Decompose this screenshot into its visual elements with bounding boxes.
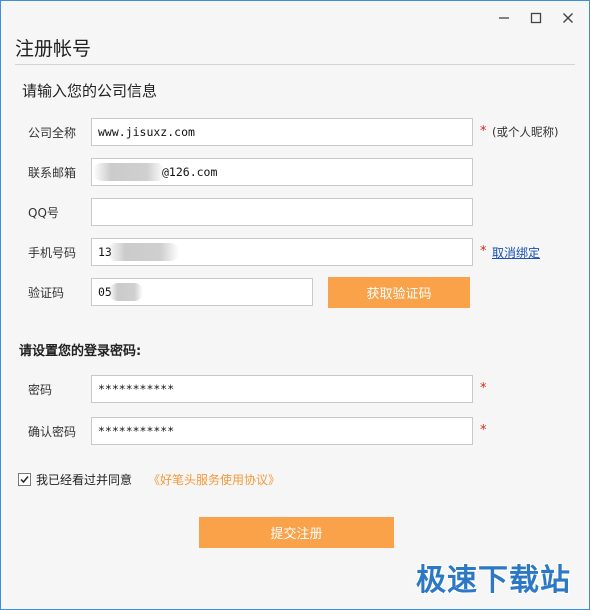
password-section-heading: 请设置您的登录密码:: [19, 344, 142, 359]
minimize-icon: [499, 17, 509, 19]
company-label: 公司全称: [28, 126, 77, 140]
password-row: 密码 *: [1, 375, 590, 403]
agreement-link[interactable]: 《好笔头服务使用协议》: [148, 471, 280, 488]
maximize-button[interactable]: [527, 9, 545, 27]
company-row: 公司全称 * (或个人昵称): [1, 118, 590, 146]
company-note: (或个人昵称): [492, 125, 559, 139]
unbind-link[interactable]: 取消绑定: [492, 244, 540, 261]
phone-input[interactable]: [91, 238, 473, 266]
window-controls: [495, 9, 577, 27]
close-button[interactable]: [559, 9, 577, 27]
email-input[interactable]: [91, 158, 473, 186]
maximize-icon: [530, 12, 542, 24]
captcha-row: 验证码: [1, 278, 590, 306]
phone-row: 手机号码 * 取消绑定: [1, 238, 590, 266]
company-input[interactable]: [91, 118, 473, 146]
qq-row: QQ号: [1, 198, 590, 226]
registration-window: 注册帐号 请输入您的公司信息 公司全称 * (或个人昵称) 联系邮箱 QQ号 手…: [0, 0, 590, 610]
email-label: 联系邮箱: [28, 166, 77, 180]
window-title: 注册帐号: [15, 38, 92, 60]
phone-label: 手机号码: [28, 246, 77, 260]
captcha-label: 验证码: [28, 286, 65, 300]
confirm-password-row: 确认密码 *: [1, 417, 590, 445]
email-row: 联系邮箱: [1, 158, 590, 186]
confirm-password-label: 确认密码: [28, 425, 77, 439]
minimize-button[interactable]: [495, 9, 513, 27]
required-marker: *: [480, 244, 487, 259]
checkmark-icon: [20, 476, 29, 484]
agreement-text: 我已经看过并同意: [36, 473, 133, 487]
agreement-checkbox[interactable]: [18, 473, 31, 486]
required-marker: *: [480, 423, 487, 438]
close-icon: [563, 13, 573, 23]
get-captcha-button[interactable]: 获取验证码: [328, 277, 470, 308]
submit-button[interactable]: 提交注册: [199, 517, 394, 548]
qq-input[interactable]: [91, 198, 473, 226]
watermark-logo: 极速下载站: [416, 563, 571, 598]
captcha-input[interactable]: [91, 278, 313, 306]
confirm-password-input[interactable]: [91, 417, 473, 445]
password-input[interactable]: [91, 375, 473, 403]
required-marker: *: [480, 381, 487, 396]
required-marker: *: [480, 124, 487, 139]
company-section-heading: 请输入您的公司信息: [22, 82, 158, 100]
password-label: 密码: [28, 383, 53, 397]
qq-label: QQ号: [28, 206, 59, 220]
title-divider: [15, 64, 575, 65]
